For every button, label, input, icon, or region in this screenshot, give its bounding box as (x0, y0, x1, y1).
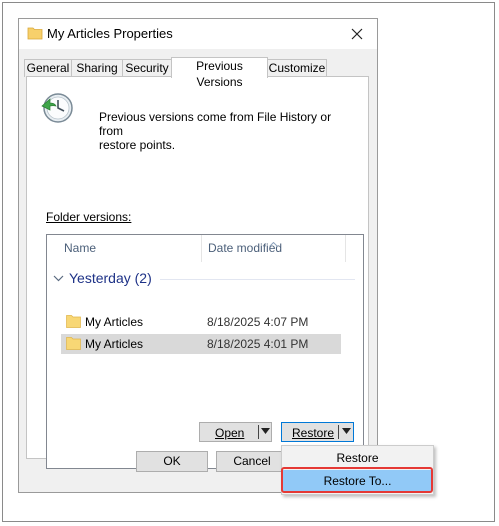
info-text: Previous versions come from File History… (99, 110, 349, 152)
restore-button[interactable]: Restore (281, 422, 354, 442)
folder-versions-label: Folder versions: (46, 210, 131, 224)
title-bar: My Articles Properties (19, 19, 377, 49)
version-name: My Articles (85, 337, 144, 351)
dropdown-arrow-icon[interactable] (261, 428, 270, 434)
menu-item-restore[interactable]: Restore (282, 447, 433, 469)
info-line-1: Previous versions come from File History… (99, 110, 332, 138)
restore-button-label: Restore (292, 426, 335, 440)
tab-sharing[interactable]: Sharing (71, 59, 123, 77)
group-label: Yesterday (2) (69, 270, 152, 286)
folder-icon (27, 26, 43, 43)
version-row[interactable]: My Articles 8/18/2025 4:01 PM (61, 334, 341, 354)
close-icon (351, 28, 363, 40)
tab-security[interactable]: Security (122, 59, 172, 77)
folder-versions-text: Folder versions: (46, 210, 132, 224)
open-button[interactable]: Open (199, 422, 272, 442)
sort-chevron-icon (269, 236, 278, 250)
ok-button[interactable]: OK (136, 451, 208, 472)
dropdown-arrow-icon[interactable] (342, 428, 351, 434)
version-date: 8/18/2025 4:01 PM (207, 337, 309, 351)
info-line-2: restore points. (99, 138, 176, 152)
version-date: 8/18/2025 4:07 PM (207, 315, 309, 329)
callout-highlight-box (281, 467, 433, 493)
previous-versions-panel: Previous versions come from File History… (26, 76, 369, 469)
window-title: My Articles Properties (47, 26, 173, 41)
open-button-label: Open (215, 426, 245, 440)
column-name[interactable]: Name (64, 235, 96, 262)
tab-previous-versions[interactable]: Previous Versions (171, 57, 268, 89)
column-divider[interactable] (345, 235, 346, 262)
tab-general[interactable]: General (24, 59, 72, 77)
group-header-yesterday[interactable]: Yesterday (2) (53, 270, 152, 286)
split-divider (338, 425, 339, 439)
version-name: My Articles (85, 315, 144, 329)
history-clock-icon (39, 89, 75, 128)
folder-icon (66, 314, 81, 331)
properties-window: My Articles Properties General Sharing S… (18, 18, 378, 493)
split-divider (258, 425, 259, 439)
folder-icon (66, 336, 81, 353)
group-divider (160, 279, 355, 280)
cancel-button[interactable]: Cancel (216, 451, 288, 472)
version-row[interactable]: My Articles 8/18/2025 4:07 PM (61, 312, 341, 332)
tab-customize[interactable]: Customize (267, 59, 327, 77)
chevron-down-icon[interactable] (53, 275, 64, 282)
close-button[interactable] (337, 19, 377, 49)
column-divider[interactable] (201, 235, 202, 262)
